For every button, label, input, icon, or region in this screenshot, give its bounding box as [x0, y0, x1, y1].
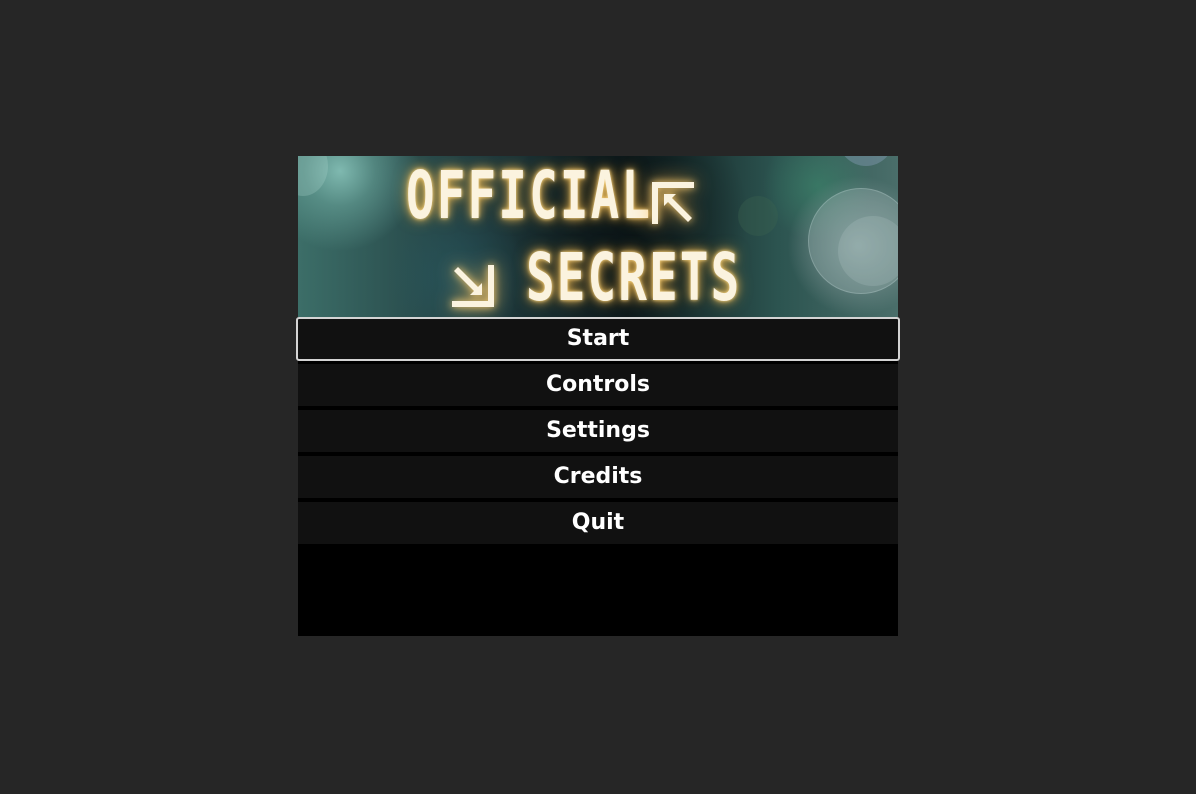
start-button[interactable]: Start — [296, 317, 900, 361]
quit-button[interactable]: Quit — [298, 502, 898, 544]
settings-button[interactable]: Settings — [298, 410, 898, 452]
bokeh-light — [738, 196, 778, 236]
game-window: OFFICIAL SECRETS Start Controls Settings… — [296, 156, 900, 636]
credits-button[interactable]: Credits — [298, 456, 898, 498]
bokeh-light — [298, 156, 328, 196]
game-logo-title-line-1: OFFICIAL — [406, 157, 653, 234]
bokeh-light — [838, 156, 894, 166]
title-banner: OFFICIAL SECRETS — [298, 156, 898, 317]
game-logo-title-line-2: SECRETS — [526, 239, 742, 316]
arrow-up-left-icon — [652, 182, 694, 224]
arrow-down-right-icon — [452, 265, 494, 307]
controls-button[interactable]: Controls — [298, 364, 898, 406]
main-menu: Start Controls Settings Credits Quit — [296, 317, 900, 548]
